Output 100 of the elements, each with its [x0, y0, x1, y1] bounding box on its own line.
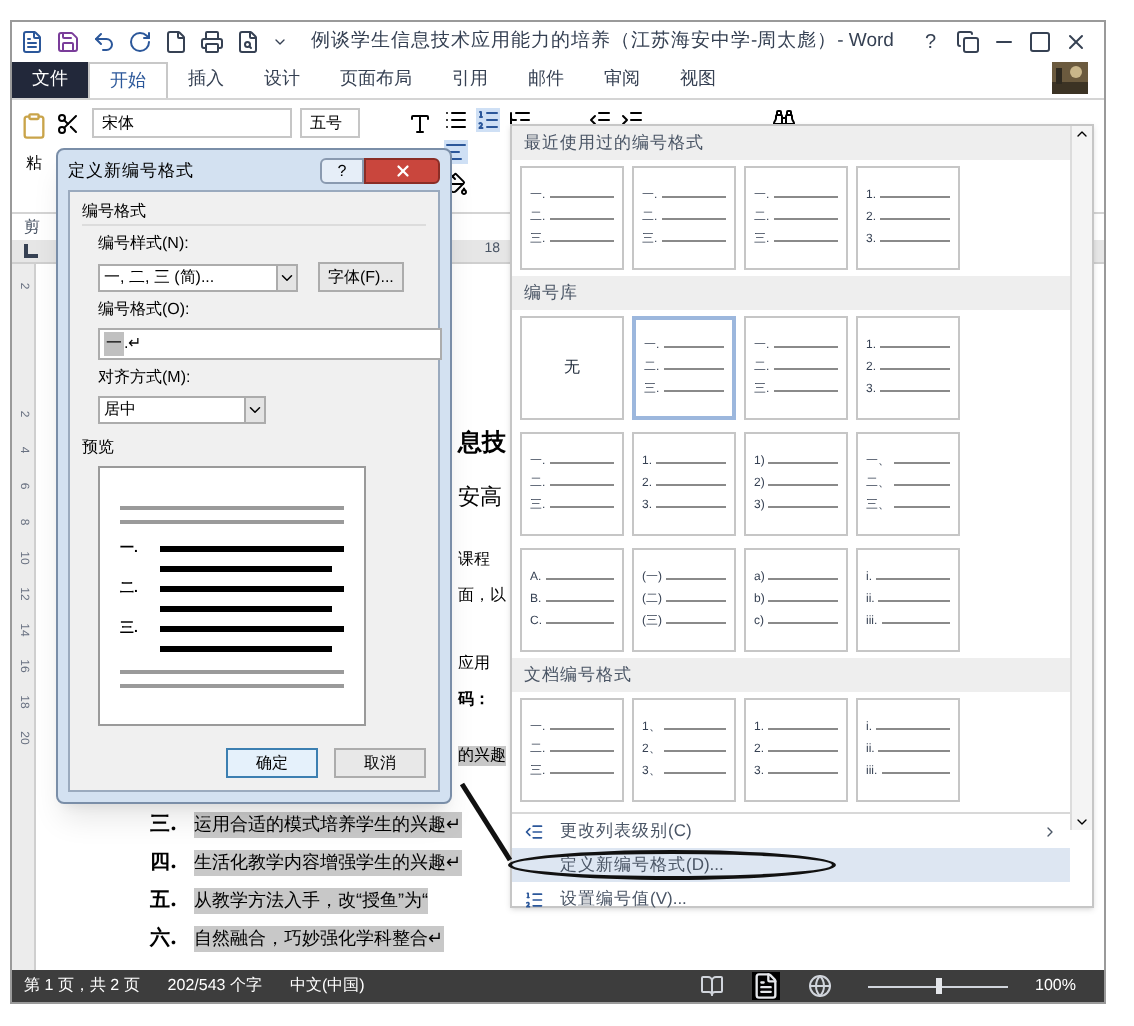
dropdown-caret-icon	[244, 398, 264, 422]
sample-line	[661, 195, 726, 197]
save-icon[interactable]	[56, 30, 80, 54]
sample-line	[661, 217, 726, 219]
word-count[interactable]: 202/543 个字	[167, 974, 262, 998]
document-icon[interactable]	[20, 30, 44, 54]
maximize-icon[interactable]	[1028, 30, 1052, 54]
file-tab[interactable]: 文件	[12, 62, 88, 98]
number-format-field[interactable]: 一.↵	[98, 328, 442, 360]
document-text: 课程	[458, 549, 490, 570]
menu-item[interactable]: 更改列表级别(C)	[512, 814, 1070, 848]
ok-button[interactable]: 确定	[226, 748, 318, 778]
sample-line	[894, 483, 950, 485]
sample-line	[768, 483, 838, 485]
sample-line	[663, 345, 724, 347]
document-text: 面，以	[458, 585, 506, 606]
undo-icon[interactable]	[92, 30, 116, 54]
sample-line	[666, 599, 726, 601]
document-text: 息技	[458, 428, 506, 458]
sample-line	[768, 461, 838, 463]
field-label: 编号样式(N):	[98, 232, 191, 256]
help-button[interactable]: ?	[916, 27, 944, 57]
web-layout-icon[interactable]	[807, 974, 832, 998]
customize-caret-icon[interactable]	[272, 34, 288, 50]
sample-line	[549, 771, 614, 773]
sample-line	[549, 461, 614, 463]
sample-line	[880, 239, 950, 241]
sample-line	[773, 345, 838, 347]
sample-line	[894, 505, 950, 507]
zoom-thumb[interactable]	[935, 978, 942, 994]
menu-item[interactable]: 设置编号值(V)...	[512, 882, 1070, 916]
callout-line	[459, 782, 513, 862]
sample-line	[546, 621, 614, 623]
cancel-button[interactable]: 取消	[334, 748, 426, 778]
font-name-field[interactable]: 宋体	[92, 108, 292, 138]
font-button[interactable]: 字体(F)...	[318, 262, 404, 292]
sample-line	[549, 195, 614, 197]
list-item-text: 自然融合，巧妙强化学科整合↵	[194, 925, 444, 952]
zoom-slider[interactable]	[867, 978, 1008, 994]
ribbon-tab[interactable]: 设计	[244, 62, 320, 98]
print-layout-icon[interactable]	[751, 972, 780, 1000]
sample-line	[880, 195, 950, 197]
clipboard-group-label: 剪	[24, 215, 40, 239]
numbering-thumbnail[interactable]: 无	[520, 316, 624, 420]
number-style-select[interactable]: 一, 二, 三 (简)...	[98, 263, 298, 291]
tab-selector-icon[interactable]	[24, 244, 38, 258]
page-count[interactable]: 第 1 页，共 2 页	[24, 974, 140, 998]
sample-line	[664, 749, 726, 751]
help-button[interactable]: ?	[320, 157, 364, 183]
ribbon-tab[interactable]: 插入	[168, 62, 244, 98]
paste-label: 粘	[26, 152, 42, 176]
sample-line	[549, 505, 614, 507]
sample-line	[768, 577, 838, 579]
sample-line	[773, 367, 838, 369]
scroll-down-icon[interactable]	[1074, 814, 1090, 830]
read-mode-icon[interactable]	[699, 974, 724, 998]
alignment-select[interactable]: 居中	[98, 396, 266, 424]
sample-line	[881, 621, 950, 623]
close-button[interactable]	[364, 157, 440, 183]
sample-line	[768, 621, 838, 623]
menu-item[interactable]: 定义新编号格式(D)...	[512, 848, 1070, 882]
sample-line	[545, 599, 614, 601]
list-item-text: 运用合适的模式培养学生的兴趣↵	[194, 811, 462, 838]
sample-line	[876, 577, 950, 579]
set-value-icon[interactable]	[524, 889, 544, 909]
sample-line	[768, 599, 838, 601]
sample-line	[656, 505, 726, 507]
sample-line	[666, 577, 726, 579]
redo-icon[interactable]	[128, 30, 152, 54]
sample-line	[549, 727, 614, 729]
sample-line	[773, 217, 838, 219]
dialog-title: 定义新编号格式	[68, 157, 196, 183]
sample-line	[880, 367, 950, 369]
ribbon-tab[interactable]: 引用	[432, 62, 508, 98]
list-item-text: 从教学方法入手，改“授鱼”为“	[194, 887, 428, 914]
gallery-section-header: 编号库	[512, 276, 1070, 310]
list-number: 三.	[150, 811, 179, 840]
scrollbar[interactable]	[1070, 126, 1092, 830]
ribbon-tab[interactable]: 视图	[660, 62, 736, 98]
sample-line	[664, 771, 726, 773]
font-size-field[interactable]: 五号	[300, 108, 360, 138]
printer-icon[interactable]	[200, 30, 224, 54]
new-document-icon[interactable]	[164, 30, 188, 54]
change-level-icon[interactable]	[524, 821, 544, 841]
sample-line	[768, 727, 838, 729]
numbering-icon[interactable]	[476, 108, 500, 132]
cut-icon[interactable]	[56, 112, 80, 136]
language-indicator[interactable]: 中文(中国)	[289, 974, 365, 998]
ribbon-tab[interactable]: 邮件	[508, 62, 584, 98]
scroll-up-icon[interactable]	[1074, 126, 1090, 142]
ribbon-tab[interactable]: 页面布局	[320, 62, 432, 98]
zoom-level[interactable]: 100%	[1035, 974, 1076, 998]
sample-line	[549, 217, 614, 219]
ribbon-tab[interactable]: 审阅	[584, 62, 660, 98]
sample-line	[876, 727, 950, 729]
close-icon[interactable]	[1064, 30, 1088, 54]
ribbon-tab[interactable]: 开始	[88, 62, 168, 98]
print-preview-icon[interactable]	[236, 30, 260, 54]
field-label: 对齐方式(M):	[98, 366, 193, 390]
sample-line	[880, 345, 950, 347]
